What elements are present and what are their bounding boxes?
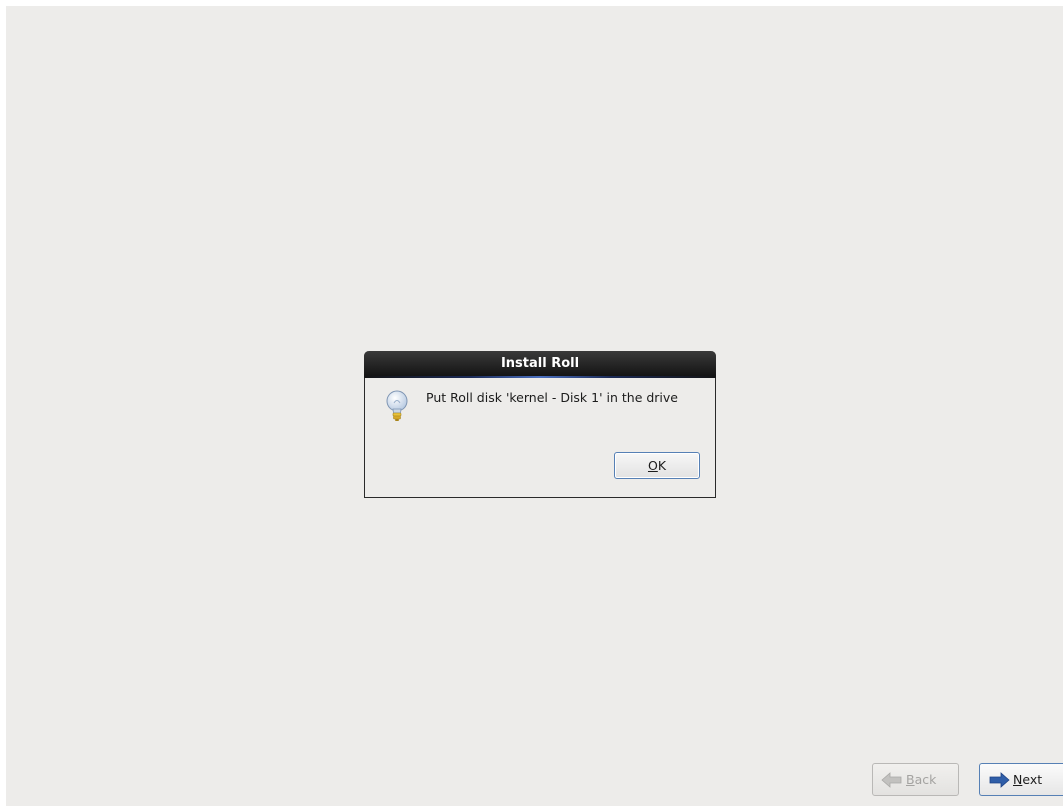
next-mnemonic: N	[1013, 772, 1023, 787]
back-mnemonic: B	[906, 772, 915, 787]
next-label-rest: ext	[1022, 772, 1043, 787]
lightbulb-icon	[386, 390, 408, 421]
dialog-message: Put Roll disk 'kernel - Disk 1' in the d…	[426, 390, 678, 405]
dialog-title: Install Roll	[500, 356, 580, 371]
ok-mnemonic: O	[647, 458, 658, 473]
dialog-titlebar[interactable]: Install Roll	[364, 351, 716, 378]
ok-button[interactable]: OK	[614, 452, 700, 479]
back-label-rest: ack	[914, 772, 937, 787]
install-roll-dialog: Install Roll Put Roll disk 'kernel - Dis…	[364, 351, 716, 498]
arrow-right-icon	[989, 771, 1010, 788]
next-button[interactable]: Next	[979, 763, 1063, 796]
arrow-left-icon	[881, 771, 902, 788]
back-button[interactable]: Back	[872, 763, 959, 796]
ok-label-rest: K	[657, 458, 667, 473]
